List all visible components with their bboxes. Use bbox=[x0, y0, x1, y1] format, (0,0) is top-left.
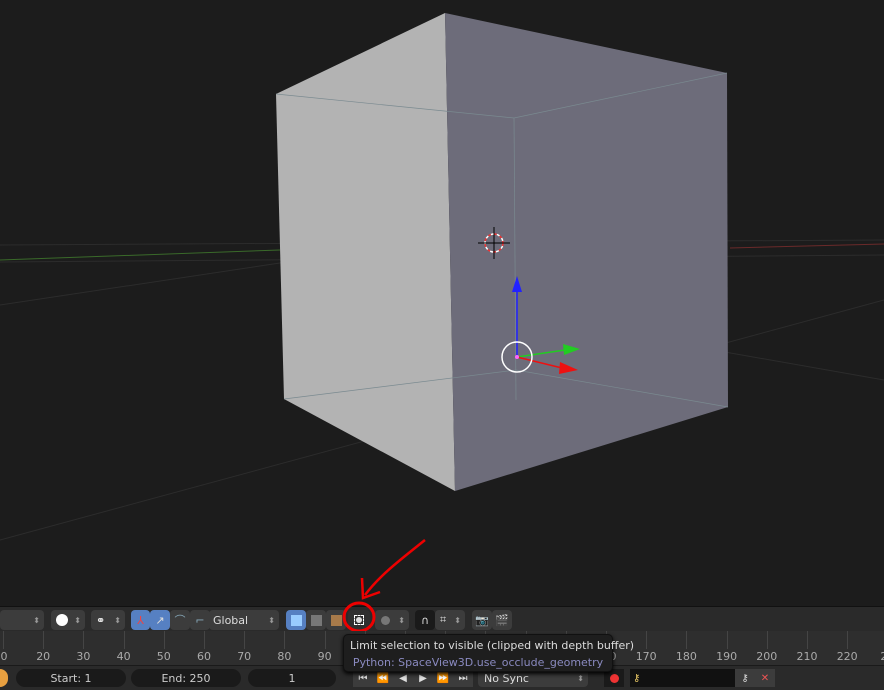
3d-viewport[interactable] bbox=[0, 0, 884, 606]
snap-target-icon: ⌗ bbox=[440, 613, 447, 626]
rewind-icon: ⏪ bbox=[376, 672, 390, 684]
scale-manipulator-button[interactable]: ⌐ bbox=[190, 610, 210, 630]
delete-keyframe-button[interactable]: ✕ bbox=[755, 669, 775, 687]
tooltip-title: Limit selection to visible (clipped with… bbox=[350, 639, 635, 652]
timeline-tick-label: 70 bbox=[237, 650, 252, 663]
timeline-tick bbox=[163, 631, 165, 649]
timeline-tick bbox=[3, 631, 4, 649]
timeline-tick-label: 20 bbox=[36, 650, 51, 663]
timeline-tick-label: 210 bbox=[796, 650, 818, 663]
manipulator-rotate-icon: ⌒ bbox=[174, 614, 186, 627]
pivot-icon: ⚭ bbox=[96, 613, 106, 627]
manipulator-toggle[interactable]: ⅄ bbox=[131, 610, 150, 630]
key-delete-icon: ✕ bbox=[760, 672, 770, 684]
edge-select-icon bbox=[310, 614, 322, 626]
vertex-select-button[interactable] bbox=[286, 610, 306, 630]
current-frame-label: 1 bbox=[288, 671, 296, 685]
start-frame-label: Start: 1 bbox=[50, 671, 92, 685]
mode-dropdown[interactable]: ⬍ bbox=[0, 610, 44, 630]
timeline-tick bbox=[83, 631, 85, 649]
timeline-tick bbox=[686, 631, 688, 649]
timeline-tick bbox=[204, 631, 205, 649]
timeline-tick bbox=[766, 631, 768, 649]
header-toolbar: ⬍ ⬍ ⚭ ⬍ ⅄ ↗ ⌒ ⌐ Global ⬍ ⬍ ∩ ⌗ ⬍ 📷 🎬 bbox=[0, 606, 884, 631]
tooltip: Limit selection to visible (clipped with… bbox=[343, 634, 635, 672]
rotate-manipulator-button[interactable]: ⌒ bbox=[170, 610, 190, 630]
current-frame-field[interactable]: 1 bbox=[248, 669, 336, 687]
annotation-arrow bbox=[360, 539, 426, 600]
proportional-edit-icon bbox=[381, 615, 390, 625]
timeline-tick bbox=[847, 631, 849, 649]
tooltip-python: Python: SpaceView3D.use_occlude_geometry bbox=[352, 656, 604, 669]
timeline-tick-label: 60 bbox=[197, 650, 211, 663]
keying-set-field[interactable]: ⚷ bbox=[630, 669, 735, 687]
timeline-tick-label: 40 bbox=[116, 650, 131, 663]
annotation-circle bbox=[342, 601, 376, 633]
timeline-tick-label: 50 bbox=[156, 650, 171, 663]
timeline-tick bbox=[646, 631, 648, 649]
render-icon: 📷 bbox=[475, 613, 489, 627]
y-axis-line bbox=[729, 243, 884, 249]
manipulator-translate-icon: ↗ bbox=[155, 613, 165, 627]
timeline-tick bbox=[807, 631, 808, 649]
record-icon bbox=[609, 673, 619, 683]
manipulator-scale-icon: ⌐ bbox=[195, 613, 205, 627]
vertex-select-icon bbox=[290, 614, 302, 626]
jump-end-icon: ⏭ bbox=[458, 672, 468, 684]
timeline-tick bbox=[43, 631, 45, 649]
sphere-shading-icon bbox=[56, 614, 68, 626]
render-button[interactable]: 📷 bbox=[472, 610, 492, 630]
end-frame-field[interactable]: End: 250 bbox=[131, 669, 241, 687]
edge-select-button[interactable] bbox=[306, 610, 326, 630]
timeline-tick bbox=[284, 631, 286, 649]
timeline-tick-label: 80 bbox=[277, 650, 292, 663]
viewport-shading-dropdown[interactable]: ⬍ bbox=[51, 610, 85, 630]
manipulator-axes-icon: ⅄ bbox=[137, 613, 144, 627]
cube-right-face bbox=[445, 13, 728, 491]
key-insert-icon: ⚷ bbox=[741, 672, 749, 684]
pivot-point-dropdown[interactable]: ⚭ ⬍ bbox=[91, 610, 125, 630]
timeline-tick-label: 190 bbox=[716, 650, 738, 663]
play-reverse-icon: ◀ bbox=[399, 672, 407, 684]
timeline-tick bbox=[123, 631, 125, 649]
timeline-tick-label: 180 bbox=[675, 650, 697, 663]
timeline-tick-label: 30 bbox=[76, 650, 91, 663]
translate-manipulator-button[interactable]: ↗ bbox=[150, 610, 170, 630]
timeline-editor-icon[interactable] bbox=[0, 669, 8, 687]
timeline-tick-label: 0 bbox=[0, 650, 8, 663]
render-animation-icon: 🎬 bbox=[495, 613, 509, 627]
timeline-tick-label: 220 bbox=[836, 650, 858, 663]
sync-mode-label: No Sync bbox=[484, 671, 529, 685]
snap-element-dropdown[interactable]: ⌗ ⬍ bbox=[435, 610, 465, 630]
snap-icon: ∩ bbox=[420, 613, 430, 627]
key-icon: ⚷ bbox=[633, 672, 641, 684]
proportional-edit-dropdown[interactable]: ⬍ bbox=[375, 610, 409, 630]
face-select-icon bbox=[330, 614, 342, 626]
render-animation-button[interactable]: 🎬 bbox=[492, 610, 512, 630]
timeline-tick bbox=[244, 631, 246, 649]
transform-orientation-dropdown[interactable]: Global ⬍ bbox=[209, 610, 279, 630]
play-icon: ▶ bbox=[419, 672, 427, 684]
insert-keyframe-button[interactable]: ⚷ bbox=[735, 669, 755, 687]
end-frame-label: End: 250 bbox=[161, 671, 211, 685]
start-frame-field[interactable]: Start: 1 bbox=[16, 669, 126, 687]
timeline-tick-label: 23 bbox=[880, 650, 884, 663]
timeline-tick-label: 170 bbox=[635, 650, 657, 663]
timeline-tick-label: 90 bbox=[317, 650, 332, 663]
fast-forward-icon: ⏩ bbox=[436, 672, 450, 684]
x-axis-line bbox=[0, 249, 281, 261]
jump-start-icon: ⏮ bbox=[358, 672, 368, 684]
cube-left-face bbox=[276, 13, 455, 491]
orientation-label: Global bbox=[213, 613, 249, 627]
timeline-tick-label: 200 bbox=[756, 650, 778, 663]
snap-toggle[interactable]: ∩ bbox=[415, 610, 435, 630]
timeline-tick bbox=[726, 631, 728, 649]
timeline-tick bbox=[324, 631, 326, 649]
